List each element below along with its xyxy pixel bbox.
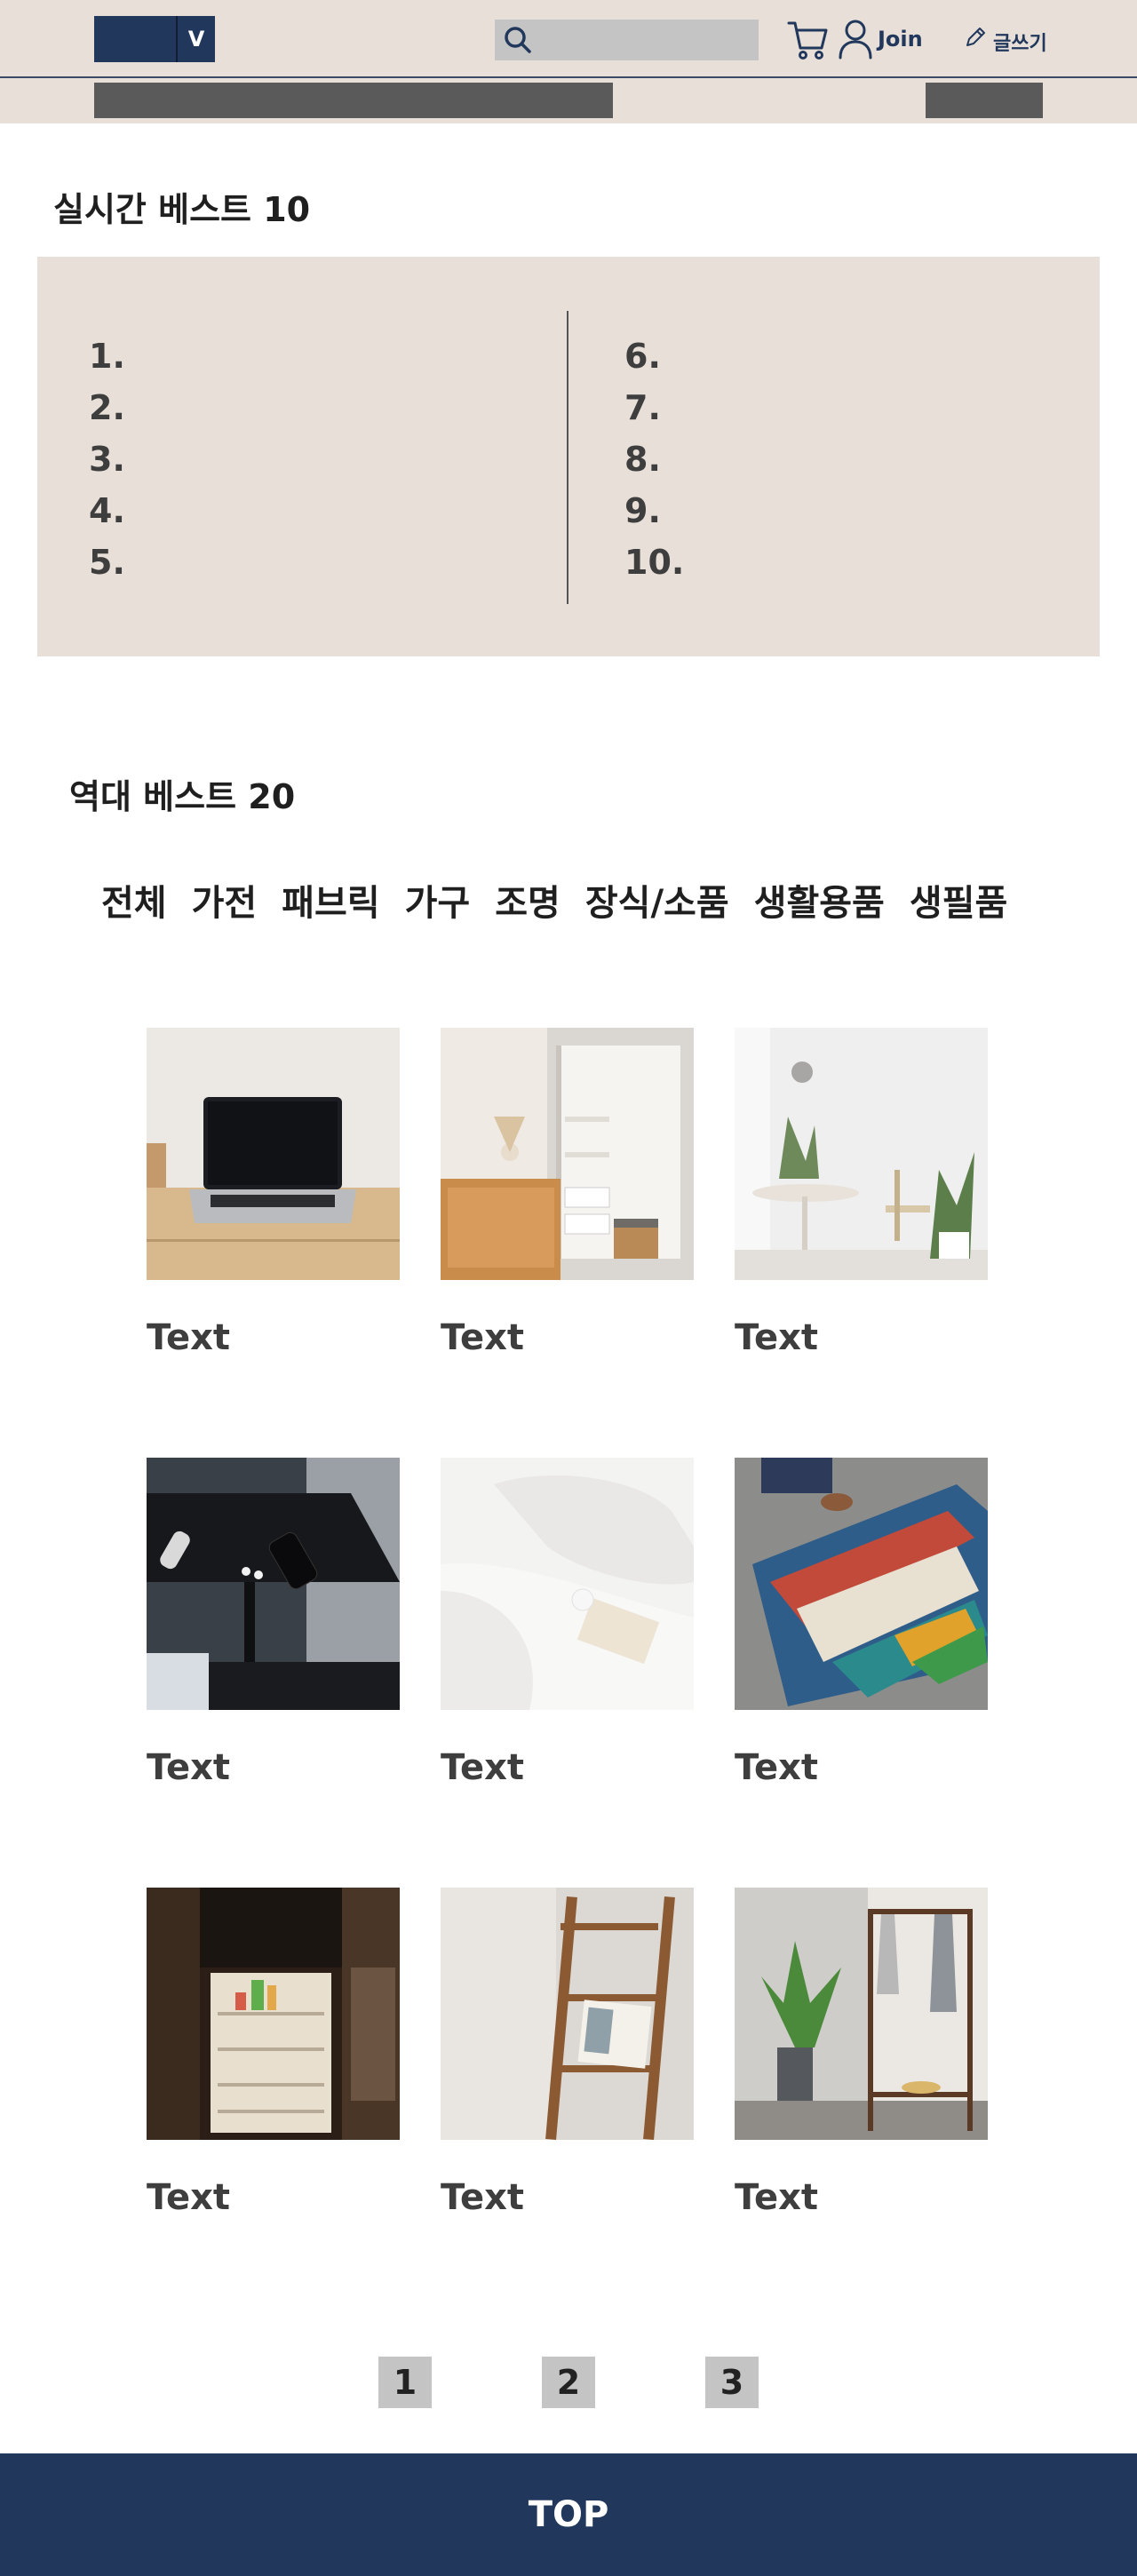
user-icon[interactable]	[837, 18, 874, 60]
logo-block	[94, 16, 176, 62]
page-button-1[interactable]: 1	[378, 2357, 432, 2408]
product-card[interactable]: Text	[147, 1458, 400, 1788]
tab-household[interactable]: 생활용품	[754, 874, 885, 926]
rank-item[interactable]: 8.	[624, 433, 684, 485]
rank-item[interactable]: 5.	[89, 537, 125, 588]
product-card[interactable]: Text	[441, 1028, 694, 1358]
category-tabs: 전체 가전 패브릭 가구 조명 장식/소품 생활용품 생필품	[101, 874, 1007, 926]
product-title[interactable]: Text	[735, 1747, 988, 1788]
page-button-2[interactable]: 2	[542, 2357, 595, 2408]
search-icon[interactable]	[503, 25, 533, 55]
realtime-best-title: 실시간 베스트 10	[53, 190, 311, 229]
product-card[interactable]: Text	[441, 1458, 694, 1788]
logo-letter: V	[176, 16, 215, 62]
product-title[interactable]: Text	[441, 1317, 694, 1358]
search-input[interactable]	[495, 20, 759, 60]
product-image[interactable]	[147, 1028, 400, 1280]
rank-list-left: 1. 2. 3. 4. 5.	[89, 330, 125, 588]
product-image[interactable]	[441, 1028, 694, 1280]
product-title[interactable]: Text	[735, 2177, 988, 2218]
product-title[interactable]: Text	[441, 2177, 694, 2218]
write-post-link[interactable]: 글쓰기	[993, 28, 1047, 56]
product-image[interactable]	[441, 1458, 694, 1710]
back-to-top-button[interactable]: TOP	[0, 2453, 1137, 2576]
product-image[interactable]	[147, 1888, 400, 2140]
tab-appliances[interactable]: 가전	[192, 874, 258, 926]
rank-item[interactable]: 6.	[624, 330, 684, 382]
tab-decor[interactable]: 장식/소품	[585, 874, 729, 926]
product-card[interactable]: Text	[147, 1888, 400, 2218]
product-image[interactable]	[735, 1888, 988, 2140]
tab-fabric[interactable]: 패브릭	[282, 874, 379, 926]
rank-item[interactable]: 4.	[89, 485, 125, 537]
secondary-nav-placeholder[interactable]	[926, 83, 1043, 118]
realtime-best-panel	[37, 257, 1100, 656]
pen-icon	[966, 28, 985, 46]
product-title[interactable]: Text	[147, 2177, 400, 2218]
page-button-3[interactable]: 3	[705, 2357, 759, 2408]
alltime-best-title: 역대 베스트 20	[69, 777, 296, 816]
tab-essentials[interactable]: 생필품	[910, 874, 1007, 926]
main-nav-placeholder[interactable]	[94, 83, 613, 118]
tab-furniture[interactable]: 가구	[405, 874, 471, 926]
rank-item[interactable]: 7.	[624, 382, 684, 433]
product-image[interactable]	[735, 1458, 988, 1710]
rank-item[interactable]: 10.	[624, 537, 684, 588]
product-title[interactable]: Text	[147, 1317, 400, 1358]
rank-item[interactable]: 1.	[89, 330, 125, 382]
join-link[interactable]: Join	[878, 27, 923, 52]
rank-item[interactable]: 9.	[624, 485, 684, 537]
back-to-top-label: TOP	[528, 2494, 609, 2535]
product-card[interactable]: Text	[441, 1888, 694, 2218]
product-card[interactable]: Text	[735, 1458, 988, 1788]
rank-list-right: 6. 7. 8. 9. 10.	[624, 330, 684, 588]
product-image[interactable]	[441, 1888, 694, 2141]
rank-item[interactable]: 2.	[89, 382, 125, 433]
realtime-best-divider	[567, 311, 568, 604]
rank-item[interactable]: 3.	[89, 433, 125, 485]
product-image[interactable]	[735, 1028, 988, 1280]
tab-lighting[interactable]: 조명	[495, 874, 561, 926]
product-card[interactable]: Text	[147, 1028, 400, 1358]
product-title[interactable]: Text	[441, 1747, 694, 1788]
cart-icon[interactable]	[785, 18, 830, 62]
product-image[interactable]	[147, 1458, 400, 1710]
product-card[interactable]: Text	[735, 1028, 988, 1358]
tab-all[interactable]: 전체	[101, 874, 167, 926]
site-logo[interactable]: V	[94, 16, 215, 62]
product-card[interactable]: Text	[735, 1888, 988, 2218]
product-title[interactable]: Text	[735, 1317, 988, 1358]
product-title[interactable]: Text	[147, 1747, 400, 1788]
